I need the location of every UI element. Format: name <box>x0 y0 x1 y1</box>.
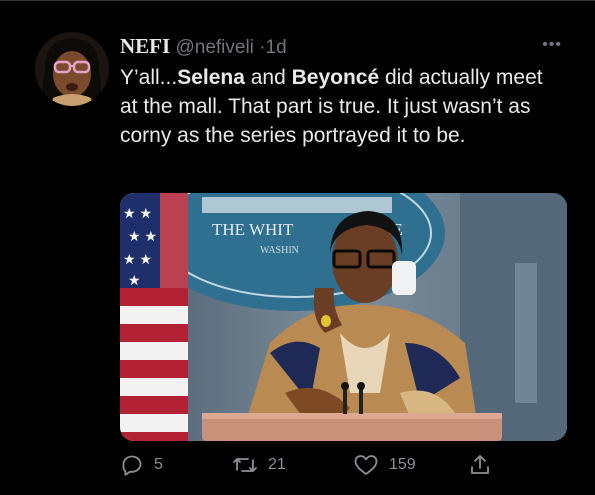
author-name[interactable]: NEFI <box>120 34 170 58</box>
author-handle[interactable]: @nefiveli <box>175 37 253 58</box>
retweet-icon <box>233 458 257 472</box>
reply-button[interactable]: 5 <box>120 453 163 477</box>
tweet-card[interactable]: NEFI @nefiveli ·1d ••• Y’all...Selena an… <box>0 0 595 495</box>
text-part: Y’all... <box>120 66 178 89</box>
timestamp[interactable]: 1d <box>266 37 287 58</box>
text-part: and <box>244 66 292 89</box>
reply-icon <box>122 455 142 476</box>
svg-text:★ ★: ★ ★ <box>123 205 152 221</box>
media-video[interactable]: THE WHIT SE WASHIN ★ ★ ★ ★ ★ ★ ★ <box>120 193 567 441</box>
american-flag: ★ ★ ★ ★ ★ ★ ★ <box>120 193 188 441</box>
avatar[interactable] <box>35 32 109 106</box>
avatar-image <box>35 32 109 106</box>
like-button[interactable]: 159 <box>353 453 416 477</box>
seal-text: THE WHIT <box>212 220 294 239</box>
text-bold-selena: Selena <box>177 66 245 89</box>
svg-text:★: ★ <box>128 272 141 288</box>
text-bold-beyonce: Beyoncé <box>291 66 380 89</box>
heart-icon <box>354 455 378 475</box>
tweet-text: Y’all...Selena and Beyoncé did actually … <box>120 63 560 150</box>
media-image: THE WHIT SE WASHIN ★ ★ ★ ★ ★ ★ ★ <box>120 193 567 441</box>
share-icon <box>471 455 489 474</box>
like-count: 159 <box>389 456 416 473</box>
seal-subtext: WASHIN <box>260 245 299 256</box>
svg-text:★ ★: ★ ★ <box>128 228 157 244</box>
retweet-count: 21 <box>268 456 286 473</box>
svg-text:★ ★: ★ ★ <box>123 251 152 267</box>
share-button[interactable] <box>468 453 492 477</box>
reply-count: 5 <box>154 456 163 473</box>
more-options-icon[interactable]: ••• <box>542 36 562 54</box>
tweet-header: NEFI @nefiveli ·1d <box>120 34 287 59</box>
retweet-button[interactable]: 21 <box>232 453 286 477</box>
tweet-actions: 5 21 159 <box>120 453 565 481</box>
